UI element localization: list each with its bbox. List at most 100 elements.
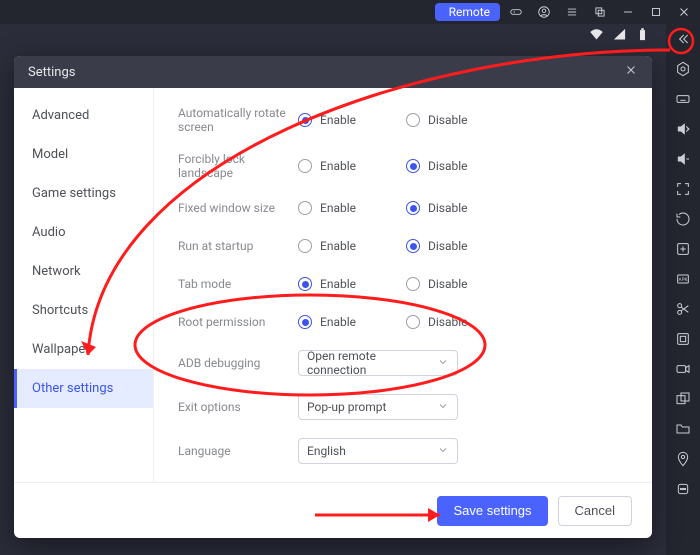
cancel-button[interactable]: Cancel xyxy=(558,496,632,526)
setting-options: Enable Disable xyxy=(298,159,468,173)
nav-other-settings[interactable]: Other settings xyxy=(14,369,153,408)
select-value: English xyxy=(307,444,346,458)
setting-options: Enable Disable xyxy=(298,277,468,291)
radio-enable[interactable]: Enable xyxy=(298,277,356,291)
radio-disable[interactable]: Disable xyxy=(406,113,468,127)
setting-row: Forcibly lock landscape Enable Disable xyxy=(178,152,628,180)
radio-enable[interactable]: Enable xyxy=(298,159,356,173)
radio-dot-icon xyxy=(298,159,312,173)
nav-network[interactable]: Network xyxy=(14,252,153,291)
radio-dot-icon xyxy=(406,159,420,173)
radio-label: Enable xyxy=(320,239,356,253)
select-value: Open remote connection xyxy=(307,349,437,377)
remote-label: Remote xyxy=(449,5,490,19)
settings-dialog: Settings Advanced Model Game settings Au… xyxy=(14,56,652,538)
setting-row: Run at startupEnableDisable xyxy=(178,236,628,256)
settings-hex-icon[interactable] xyxy=(670,58,696,80)
radio-label: Enable xyxy=(320,113,356,127)
nav-audio[interactable]: Audio xyxy=(14,213,153,252)
user-icon[interactable] xyxy=(532,0,556,24)
overlap-windows-icon[interactable] xyxy=(588,0,612,24)
setting-label: Forcibly lock landscape xyxy=(178,152,298,180)
radio-label: Disable xyxy=(428,239,468,253)
radio-label: Enable xyxy=(320,277,356,291)
select-exit-options[interactable]: Pop-up prompt xyxy=(298,394,458,420)
radio-enable[interactable]: Enable xyxy=(298,113,356,127)
radio-label: Enable xyxy=(320,315,356,329)
radio-disable[interactable]: Disable xyxy=(406,159,468,173)
select-language[interactable]: English xyxy=(298,438,458,464)
setting-label: Root permission xyxy=(178,315,298,329)
remote-button[interactable]: Remote xyxy=(435,3,500,21)
radio-disable[interactable]: Disable xyxy=(406,239,468,253)
status-bar xyxy=(0,24,700,48)
scissors-icon[interactable] xyxy=(670,298,696,320)
volume-up-icon[interactable] xyxy=(670,118,696,140)
radio-disable[interactable]: Disable xyxy=(406,201,468,215)
more-icon[interactable] xyxy=(670,478,696,500)
chevron-down-icon xyxy=(437,356,449,371)
radio-disable[interactable]: Disable xyxy=(406,315,468,329)
radio-enable[interactable]: Enable xyxy=(298,201,356,215)
radio-label: Enable xyxy=(320,201,356,215)
window-titlebar: Remote xyxy=(0,0,700,24)
minimize-icon[interactable] xyxy=(616,0,640,24)
radio-dot-icon xyxy=(298,113,312,127)
dialog-close-icon[interactable] xyxy=(624,63,638,81)
setting-row: Root permission Enable Disable xyxy=(178,312,628,332)
setting-label: Tab mode xyxy=(178,277,298,291)
location-icon[interactable] xyxy=(670,448,696,470)
radio-enable[interactable]: Enable xyxy=(298,315,356,329)
chevrons-left-icon[interactable] xyxy=(670,28,696,50)
save-settings-button[interactable]: Save settings xyxy=(437,496,547,526)
radio-dot-icon xyxy=(406,113,420,127)
settings-nav: Advanced Model Game settings Audio Netwo… xyxy=(14,88,154,482)
volume-down-icon[interactable] xyxy=(670,148,696,170)
right-sidebar: APK xyxy=(666,24,700,555)
radio-disable[interactable]: Disable xyxy=(406,277,468,291)
keyboard-icon[interactable] xyxy=(670,88,696,110)
rotate-icon[interactable] xyxy=(670,208,696,230)
settings-panel: Automatically rotate screen Enable Disable… xyxy=(154,88,652,482)
setting-label: ADB debugging xyxy=(178,356,298,370)
gamepad-icon[interactable] xyxy=(504,0,528,24)
setting-row: Fixed window sizeEnableDisable xyxy=(178,198,628,218)
select-value: Pop-up prompt xyxy=(307,400,386,414)
radio-label: Disable xyxy=(428,277,468,291)
radio-dot-icon xyxy=(406,201,420,215)
radio-label: Disable xyxy=(428,201,468,215)
dialog-title: Settings xyxy=(28,65,75,80)
multi-instance-icon[interactable] xyxy=(670,388,696,410)
menu-icon[interactable] xyxy=(560,0,584,24)
radio-dot-icon xyxy=(406,315,420,329)
setting-row: Tab mode Enable Disable xyxy=(178,274,628,294)
setting-label: Language xyxy=(178,444,298,458)
apk-icon[interactable]: APK xyxy=(670,268,696,290)
screenshot-icon[interactable] xyxy=(670,328,696,350)
radio-dot-icon xyxy=(298,315,312,329)
setting-row: ADB debugging Open remote connection xyxy=(178,350,628,376)
fullscreen-icon[interactable] xyxy=(670,178,696,200)
record-icon[interactable] xyxy=(670,358,696,380)
nav-shortcuts[interactable]: Shortcuts xyxy=(14,291,153,330)
sync-app-icon[interactable] xyxy=(670,238,696,260)
nav-game-settings[interactable]: Game settings xyxy=(14,174,153,213)
wifi-icon xyxy=(589,27,604,45)
nav-advanced[interactable]: Advanced xyxy=(14,96,153,135)
radio-label: Enable xyxy=(320,159,356,173)
nav-wallpaper[interactable]: Wallpaper xyxy=(14,330,153,369)
setting-row: Automatically rotate screen Enable Disable xyxy=(178,106,628,134)
svg-text:APK: APK xyxy=(679,277,688,283)
close-icon[interactable] xyxy=(672,0,696,24)
radio-dot-icon xyxy=(406,277,420,291)
battery-icon xyxy=(635,27,650,45)
setting-label: Automatically rotate screen xyxy=(178,106,298,134)
radio-dot-icon xyxy=(298,201,312,215)
radio-dot-icon xyxy=(298,239,312,253)
nav-model[interactable]: Model xyxy=(14,135,153,174)
maximize-icon[interactable] xyxy=(644,0,668,24)
radio-enable[interactable]: Enable xyxy=(298,239,356,253)
select-adb-debugging[interactable]: Open remote connection xyxy=(298,350,458,376)
radio-label: Disable xyxy=(428,159,468,173)
folder-icon[interactable] xyxy=(670,418,696,440)
